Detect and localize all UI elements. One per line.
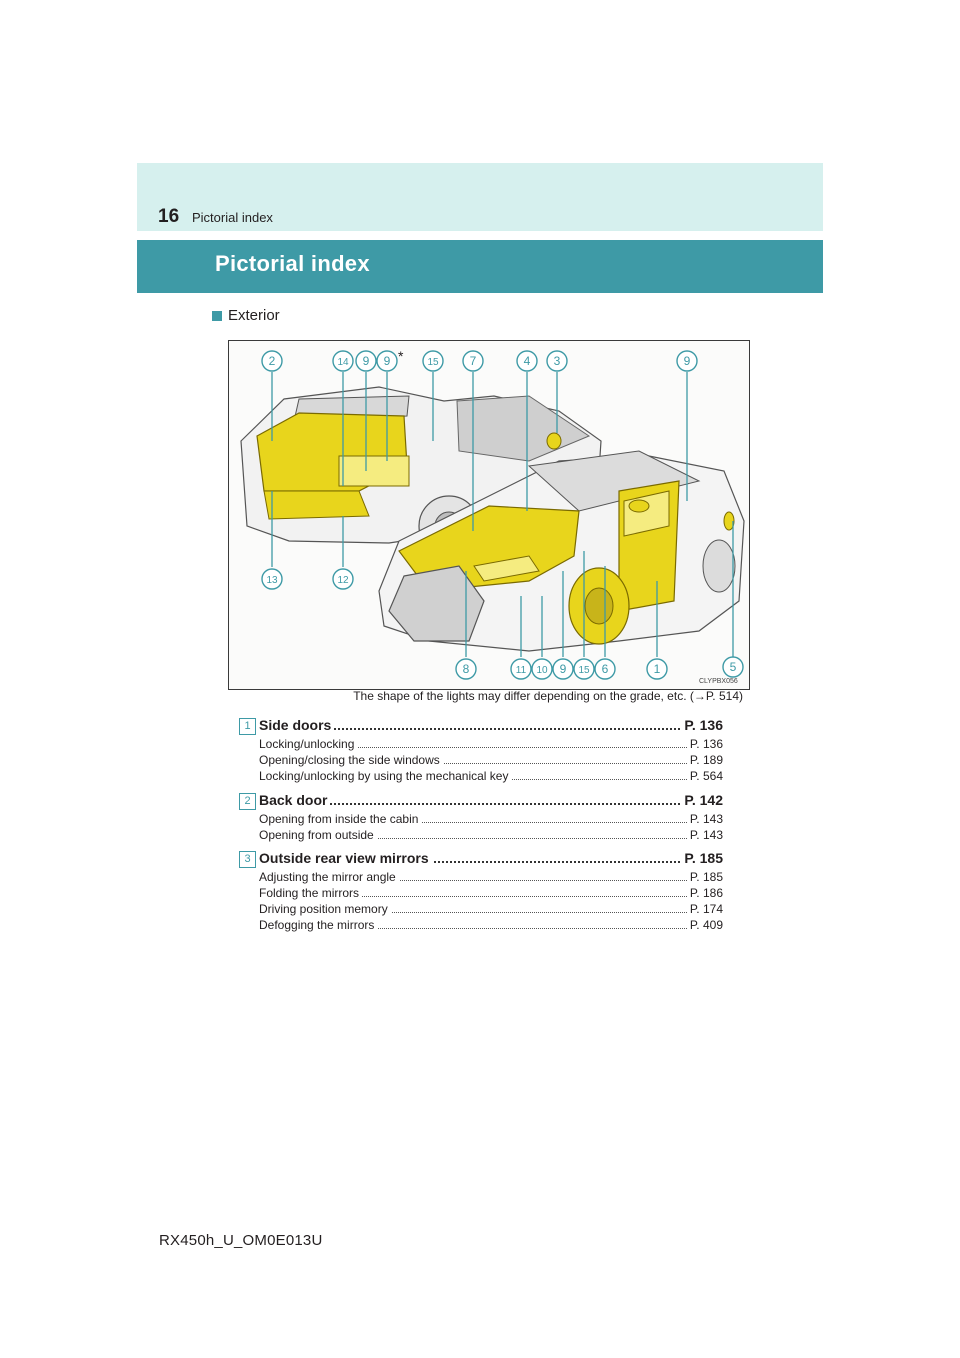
svg-text:9: 9 [384, 354, 391, 368]
sub-entry: Defogging the mirrors P. 409 [259, 918, 723, 934]
svg-text:4: 4 [524, 354, 531, 368]
entry-page-ref[interactable]: P. 136 [681, 717, 723, 733]
sub-entry-label: Defogging the mirrors [259, 918, 378, 932]
sub-entry-page-ref[interactable]: P. 186 [686, 886, 723, 900]
callout-8: 8 [455, 658, 477, 680]
exterior-illustration: 2 14 9 9 15 7 4 3 9 13 12 8 11 10 9 15 6 1 5 * CLYPBX056 [228, 340, 750, 690]
svg-text:6: 6 [602, 662, 609, 676]
callout-15: 15 [422, 350, 444, 372]
callout-9: 9 [676, 350, 698, 372]
sub-entry: Folding the mirrors P. 186 [259, 886, 723, 902]
sub-entry: Driving position memory P. 174 [259, 902, 723, 918]
entry-page-ref[interactable]: P. 142 [681, 792, 723, 808]
entry-title: Back door [259, 792, 331, 808]
svg-text:13: 13 [266, 575, 278, 586]
entry-title: Side doors [259, 717, 335, 733]
callout-2: 2 [261, 350, 283, 372]
svg-text:9: 9 [363, 354, 370, 368]
sub-entry: Opening from inside the cabin P. 143 [259, 812, 723, 828]
svg-text:3: 3 [554, 354, 561, 368]
callout-4: 4 [516, 350, 538, 372]
section-title: Pictorial index [215, 251, 370, 276]
callout-11: 11 [510, 658, 532, 680]
callout-15: 15 [573, 658, 595, 680]
entry-number: 3 [239, 851, 256, 868]
index-entry: 3 Outside rear view mirrors P. 185 Adjus… [239, 850, 723, 934]
svg-text:9: 9 [560, 662, 567, 676]
callout-7: 7 [462, 350, 484, 372]
entry-number: 2 [239, 793, 256, 810]
svg-text:5: 5 [730, 660, 737, 674]
entry-title: Outside rear view mirrors [259, 850, 432, 866]
sub-entry: Locking/unlocking P. 136 [259, 737, 723, 753]
svg-text:14: 14 [337, 357, 349, 368]
sub-entry-label: Folding the mirrors [259, 886, 363, 900]
callout-9: 9 [376, 350, 398, 372]
sub-entry-label: Opening from outside [259, 828, 377, 842]
sub-entry-label: Adjusting the mirror angle [259, 870, 399, 884]
callout-5: 5 [722, 656, 744, 678]
callout-1: 1 [646, 658, 668, 680]
square-bullet-icon [212, 310, 222, 321]
sub-entry-page-ref[interactable]: P. 185 [686, 870, 723, 884]
sub-entry-page-ref[interactable]: P. 564 [686, 769, 723, 783]
entry-page-ref[interactable]: P. 185 [681, 850, 723, 866]
svg-text:7: 7 [470, 354, 477, 368]
entry-number: 1 [239, 718, 256, 735]
sub-entry-label: Locking/unlocking [259, 737, 358, 751]
figure-asterisk: * [398, 348, 404, 364]
subsection-heading: Exterior [212, 307, 280, 324]
sub-entry-page-ref[interactable]: P. 409 [686, 918, 723, 932]
callout-13: 13 [261, 568, 283, 590]
figure-caption: The shape of the lights may differ depen… [353, 689, 743, 703]
sub-entry-label: Opening from inside the cabin [259, 812, 422, 826]
callout-6: 6 [594, 658, 616, 680]
sub-entry: Locking/unlocking by using the mechanica… [259, 769, 723, 785]
footer-doc-code: RX450h_U_OM0E013U [159, 1232, 323, 1249]
callout-3: 3 [546, 350, 568, 372]
sub-entry-page-ref[interactable]: P. 174 [686, 902, 723, 916]
svg-text:12: 12 [337, 575, 349, 586]
figure-code: CLYPBX056 [699, 678, 738, 685]
sub-entry-page-ref[interactable]: P. 189 [686, 753, 723, 767]
subsection-label: Exterior [228, 307, 280, 324]
callout-12: 12 [332, 568, 354, 590]
sub-entry-label: Opening/closing the side windows [259, 753, 443, 767]
sub-entry-page-ref[interactable]: P. 136 [686, 737, 723, 751]
sub-entry-label: Driving position memory [259, 902, 391, 916]
svg-text:15: 15 [427, 357, 439, 368]
callout-9: 9 [355, 350, 377, 372]
sub-entry-page-ref[interactable]: P. 143 [686, 828, 723, 842]
running-title: Pictorial index [192, 210, 273, 225]
index-entry: 1 Side doors P. 136 Locking/unlocking P. … [239, 717, 723, 785]
svg-text:10: 10 [536, 665, 548, 676]
sub-entry: Opening from outside P. 143 [259, 828, 723, 844]
svg-text:11: 11 [516, 665, 527, 676]
svg-text:8: 8 [463, 662, 470, 676]
callout-14: 14 [332, 350, 354, 372]
sub-entry: Adjusting the mirror angle P. 185 [259, 870, 723, 886]
index-entry: 2 Back door P. 142 Opening from inside t… [239, 792, 723, 844]
svg-text:1: 1 [654, 662, 661, 676]
callout-10: 10 [531, 658, 553, 680]
callout-9: 9 [552, 658, 574, 680]
sub-entry-page-ref[interactable]: P. 143 [686, 812, 723, 826]
sub-entry-label: Locking/unlocking by using the mechanica… [259, 769, 512, 783]
svg-text:9: 9 [684, 354, 691, 368]
page-number: 16 [158, 206, 180, 227]
sub-entry: Opening/closing the side windows P. 189 [259, 753, 723, 769]
svg-text:2: 2 [269, 354, 276, 368]
svg-text:15: 15 [578, 665, 590, 676]
